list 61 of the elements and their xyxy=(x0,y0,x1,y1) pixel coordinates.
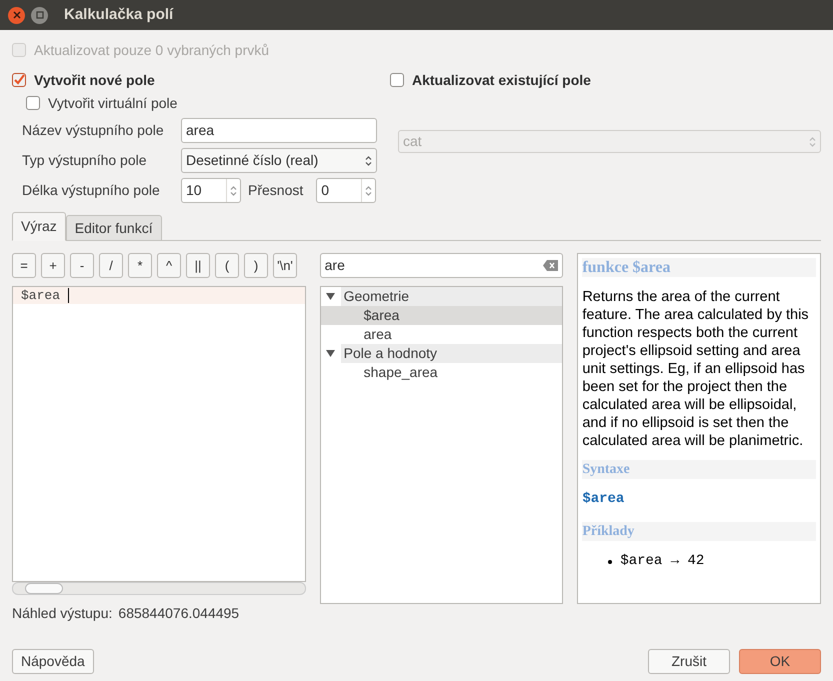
code-text: $area xyxy=(21,286,60,305)
operator-button[interactable]: ) xyxy=(244,253,268,278)
checkbox-label: Aktualizovat existující pole xyxy=(412,70,591,90)
spin-arrows-icon xyxy=(809,136,816,148)
help-description: Returns the area of the current feature. The area calculated by this function respects both the current project's ellipsoid setting and area unit settings. Eg, if an ellipsoid has been set for the project then the calculated area will be ellipsoidal, and if no ellipsoid is set then the calculated area will be planimetric. xyxy=(582,288,810,450)
field-label: Typ výstupního pole xyxy=(22,151,148,170)
text-cursor xyxy=(68,288,70,303)
maximize-icon xyxy=(36,11,44,19)
operator-button[interactable]: ^ xyxy=(157,253,181,278)
tree-group[interactable]: Pole a hodnoty xyxy=(340,344,562,363)
dialog-button[interactable]: OK xyxy=(739,649,821,674)
dialog-button[interactable]: Nápověda xyxy=(12,649,94,674)
spin-arrows-icon xyxy=(365,154,372,166)
operator-button[interactable]: '\n' xyxy=(273,253,297,278)
horizontal-scrollbar[interactable] xyxy=(12,582,306,595)
checkbox-label: Aktualizovat pouze 0 vybraných prvků xyxy=(34,40,270,60)
tree-item[interactable]: shape_area xyxy=(320,363,562,382)
checkbox-label: Vytvořit nové pole xyxy=(34,70,155,90)
operator-button[interactable]: || xyxy=(186,253,210,278)
spin-arrows-icon xyxy=(226,179,237,202)
operator-button[interactable]: = xyxy=(12,253,36,278)
tree-item[interactable]: $area xyxy=(320,306,562,325)
operator-button[interactable]: ( xyxy=(215,253,239,278)
clear-icon[interactable] xyxy=(543,260,558,271)
preview-label: Náhled výstupu: xyxy=(12,604,112,623)
field-label: Délka výstupního pole xyxy=(22,181,161,200)
checkbox-label: Vytvořit virtuální pole xyxy=(48,94,178,113)
expression-editor[interactable]: $area xyxy=(12,286,306,582)
help-heading: Syntaxe xyxy=(582,460,816,479)
search-field[interactable]: are xyxy=(320,253,564,278)
spin-box[interactable]: 10 xyxy=(181,178,241,203)
checkbox[interactable] xyxy=(12,73,26,87)
dropdown[interactable]: Desetinné číslo (real) xyxy=(181,148,377,173)
help-heading: funkce $area xyxy=(582,258,816,277)
tree-item[interactable]: area xyxy=(320,325,562,344)
bullet-icon xyxy=(608,560,612,564)
field-label: Název výstupního pole xyxy=(22,121,165,140)
field-label: Přesnost xyxy=(248,181,304,200)
syntax-code: $area xyxy=(582,490,626,509)
checkbox[interactable] xyxy=(26,96,40,110)
tree-group[interactable]: Geometrie xyxy=(340,287,562,306)
dropdown: cat xyxy=(398,130,821,153)
operator-button[interactable]: + xyxy=(41,253,65,278)
tab[interactable]: Editor funkcí xyxy=(66,215,162,241)
window-title: Kalkulačka polí xyxy=(64,4,174,25)
preview-value: 685844076.044495 xyxy=(118,604,240,623)
spin-arrows-icon xyxy=(361,179,372,202)
close-button[interactable] xyxy=(8,6,25,24)
operator-button[interactable]: / xyxy=(99,253,123,278)
help-heading: Příklady xyxy=(582,522,816,541)
text-field[interactable]: area xyxy=(181,118,377,143)
example-code: $area → 42 xyxy=(620,552,704,571)
close-icon xyxy=(12,11,20,19)
spin-box[interactable]: 0 xyxy=(316,178,376,203)
scrollbar-thumb[interactable] xyxy=(25,583,63,594)
operator-button[interactable]: - xyxy=(70,253,94,278)
operator-button[interactable]: * xyxy=(128,253,152,278)
tab[interactable]: Výraz xyxy=(12,212,66,241)
checkbox[interactable] xyxy=(390,73,404,87)
dialog-button[interactable]: Zrušit xyxy=(648,649,730,674)
maximize-button[interactable] xyxy=(31,6,48,24)
